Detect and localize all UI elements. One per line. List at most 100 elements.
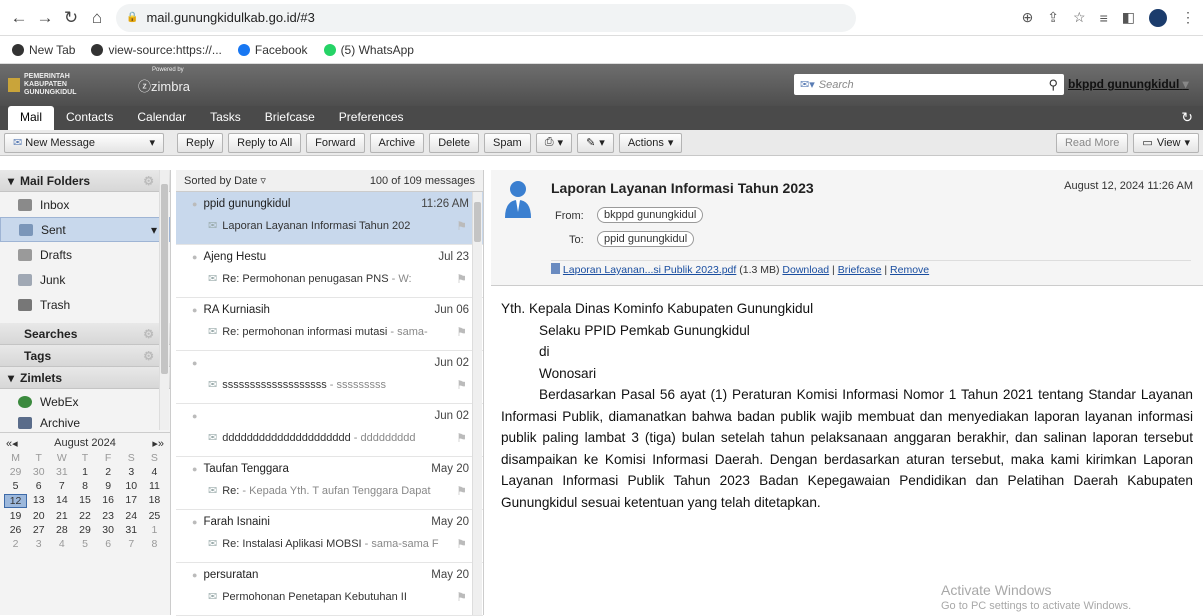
flag-icon[interactable]: ⚑ (456, 378, 467, 392)
bookmark-facebook[interactable]: Facebook (237, 43, 308, 57)
calendar-day[interactable]: 7 (50, 480, 73, 492)
calendar-day[interactable]: 30 (97, 524, 120, 536)
calendar-day[interactable]: 18 (143, 494, 166, 508)
extensions-icon[interactable]: ≡ (1100, 10, 1108, 26)
calendar-day[interactable]: 24 (120, 510, 143, 522)
calendar-day[interactable]: 25 (143, 510, 166, 522)
forward-icon[interactable]: → (34, 8, 56, 28)
calendar-day[interactable]: 4 (143, 466, 166, 478)
attachment-link[interactable]: Laporan Layanan...si Publik 2023.pdf (563, 264, 736, 276)
read-more-button[interactable]: Read More (1055, 132, 1129, 153)
reply-all-button[interactable]: Reply to All (228, 132, 302, 153)
calendar-day[interactable]: 15 (73, 494, 96, 508)
calendar-day[interactable]: 16 (97, 494, 120, 508)
briefcase-link[interactable]: Briefcase (838, 264, 882, 276)
sidebar-scrollbar[interactable] (159, 170, 169, 430)
calendar-day[interactable]: 2 (4, 538, 27, 550)
zoom-icon[interactable]: ⊕ (1022, 9, 1034, 26)
scroll-thumb[interactable] (161, 184, 168, 374)
message-row[interactable]: ● Taufan Tenggara May 20 ✉ Re: - Kepada Yth.… (176, 457, 483, 510)
folder-junk[interactable]: Junk (0, 267, 170, 292)
home-icon[interactable]: ⌂ (86, 8, 108, 28)
message-row[interactable]: ● RA Kurniasih Jun 06 ✉ Re: permohonan infor… (176, 298, 483, 351)
calendar-day[interactable]: 27 (27, 524, 50, 536)
folder-trash[interactable]: Trash (0, 292, 170, 317)
bookmark-view-source[interactable]: view-source:https://... (91, 43, 222, 57)
zimlet-webex[interactable]: WebEx (0, 389, 170, 414)
calendar-day[interactable]: 8 (73, 480, 96, 492)
unread-dot-icon[interactable]: ● (192, 464, 197, 474)
message-row[interactable]: ● Jun 02 ✉ sssssssssssssssssss - sssssssss ⚑ (176, 351, 483, 404)
sort-control[interactable]: Sorted by Date ▿ (184, 174, 266, 187)
calendar-day[interactable]: 20 (27, 510, 50, 522)
zimlets-header[interactable]: ▾ Zimlets (0, 367, 170, 389)
settings-icon[interactable]: ⚙ (143, 174, 154, 188)
chevron-down-icon[interactable]: ▾ (149, 136, 155, 149)
chevron-down-icon[interactable]: ▾ (151, 223, 157, 237)
from-address[interactable]: bkppd gunungkidul (597, 207, 704, 223)
unread-dot-icon[interactable]: ● (192, 358, 197, 368)
calendar-day[interactable]: 13 (27, 494, 50, 508)
flag-icon[interactable]: ⚑ (456, 431, 467, 445)
refresh-icon[interactable]: ↻ (1181, 109, 1193, 126)
calendar-day[interactable]: 1 (73, 466, 96, 478)
new-message-button[interactable]: ✉ New Message ▾ (4, 132, 164, 153)
calendar-day[interactable]: 12 (4, 494, 28, 508)
flag-icon[interactable]: ⚑ (456, 484, 467, 498)
calendar-day[interactable]: 22 (73, 510, 96, 522)
unread-dot-icon[interactable]: ● (192, 411, 197, 421)
bookmark-new-tab[interactable]: New Tab (12, 43, 75, 57)
tab-tasks[interactable]: Tasks (198, 106, 253, 130)
spam-button[interactable]: Spam (483, 132, 531, 153)
calendar-day[interactable]: 29 (73, 524, 96, 536)
calendar-day[interactable]: 2 (97, 466, 120, 478)
bookmark-whatsapp[interactable]: (5) WhatsApp (323, 43, 414, 57)
calendar-day[interactable]: 28 (50, 524, 73, 536)
tab-briefcase[interactable]: Briefcase (253, 106, 327, 130)
unread-dot-icon[interactable]: ● (192, 199, 197, 209)
view-button[interactable]: ▭ View ▾ (1133, 132, 1199, 153)
folder-inbox[interactable]: Inbox (0, 192, 170, 217)
unread-dot-icon[interactable]: ● (192, 570, 197, 580)
list-scrollbar[interactable] (472, 192, 482, 615)
tab-mail[interactable]: Mail (8, 106, 55, 130)
folder-drafts[interactable]: Drafts (0, 242, 170, 267)
calendar-day[interactable]: 4 (50, 538, 73, 550)
remove-link[interactable]: Remove (890, 264, 929, 276)
calendar-day[interactable]: 30 (27, 466, 50, 478)
unread-dot-icon[interactable]: ● (192, 305, 197, 315)
calendar-day[interactable]: 21 (50, 510, 73, 522)
reply-button[interactable]: Reply (177, 132, 224, 153)
calendar-prev-icon[interactable]: «◂ (6, 437, 18, 450)
message-row[interactable]: ● Ajeng Hestu Jul 23 ✉ Re: Permohonan penuga… (176, 245, 483, 298)
calendar-day[interactable]: 17 (120, 494, 143, 508)
profile-icon[interactable] (1149, 8, 1167, 27)
flag-icon[interactable]: ⚑ (456, 537, 467, 551)
menu-icon[interactable]: ⋮ (1181, 9, 1195, 26)
calendar-day[interactable]: 10 (120, 480, 143, 492)
calendar-day[interactable]: 6 (97, 538, 120, 550)
flag-icon[interactable]: ⚑ (456, 219, 467, 233)
to-address[interactable]: ppid gunungkidul (597, 231, 695, 247)
back-icon[interactable]: ← (8, 8, 30, 28)
calendar-day[interactable]: 11 (143, 480, 166, 492)
message-row[interactable]: ● Farah Isnaini May 20 ✉ Re: Instalasi Aplik… (176, 510, 483, 563)
tab-calendar[interactable]: Calendar (125, 106, 198, 130)
calendar-day[interactable]: 6 (27, 480, 50, 492)
scroll-thumb[interactable] (474, 202, 481, 242)
calendar-next-icon[interactable]: ▸» (152, 437, 164, 450)
tag-button[interactable]: ✎ ▾ (577, 132, 614, 153)
forward-button[interactable]: Forward (306, 132, 365, 153)
calendar-day[interactable]: 8 (143, 538, 166, 550)
calendar-day[interactable]: 1 (143, 524, 166, 536)
calendar-day[interactable]: 19 (4, 510, 27, 522)
actions-button[interactable]: Actions ▾ (618, 132, 683, 153)
calendar-day[interactable]: 31 (120, 524, 143, 536)
delete-button[interactable]: Delete (429, 132, 479, 153)
settings-icon[interactable]: ⚙ (143, 327, 154, 341)
calendar-day[interactable]: 26 (4, 524, 27, 536)
tab-preferences[interactable]: Preferences (327, 106, 416, 130)
share-icon[interactable]: ⇪ (1047, 9, 1059, 26)
tags-header[interactable]: Tags ⚙ (0, 345, 170, 367)
reload-icon[interactable]: ↻ (60, 8, 82, 28)
